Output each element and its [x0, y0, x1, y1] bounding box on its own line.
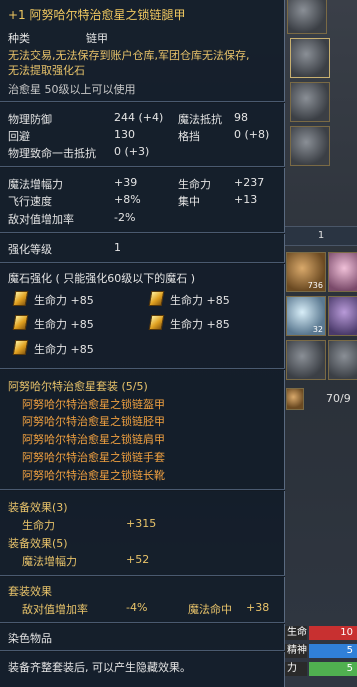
divider	[0, 650, 285, 652]
set-effect-3-stat: 生命力	[22, 519, 55, 532]
set-piece: 阿努哈尔特治愈星之锁链长靴	[22, 469, 165, 482]
set-piece: 阿努哈尔特治愈星之锁链手套	[22, 451, 165, 464]
set-footer-note: 装备齐整套装后, 可以产生隐藏效果。	[8, 661, 191, 674]
item-type-label: 种类	[8, 32, 30, 45]
mp-bar: 精神 5	[285, 644, 357, 658]
stat-label: 飞行速度	[8, 195, 52, 208]
slot-count: 736	[307, 281, 323, 290]
set-bonus-stat: 敌对值增加率	[22, 603, 88, 616]
stat-label: 格挡	[178, 130, 200, 143]
stat-value: 244 (+4)	[114, 111, 164, 124]
manastone-icon	[148, 315, 165, 330]
divider	[0, 575, 285, 577]
manastone-header: 魔石强化 ( 只能强化60级以下的魔石 )	[8, 272, 196, 285]
divider	[0, 101, 285, 103]
stat-value: 0 (+8)	[234, 128, 270, 141]
equip-slot-gloves[interactable]	[290, 126, 330, 166]
stat-label: 敌对值增加率	[8, 213, 74, 226]
item-restriction-1: 无法交易,无法保存到账户仓库,军团仓库无法保存,	[8, 49, 250, 62]
stat-label: 魔法增幅力	[8, 178, 63, 191]
set-piece: 阿努哈尔特治愈星之锁链肩甲	[22, 433, 165, 446]
stat-label: 物理防御	[8, 113, 52, 126]
inventory-tab-bar[interactable]: 1	[285, 226, 357, 246]
divider	[0, 489, 285, 491]
manastone-icon	[12, 340, 29, 355]
equip-slot-ring[interactable]	[290, 82, 330, 122]
set-piece: 阿努哈尔特治愈星之锁链盔甲	[22, 398, 165, 411]
divider	[0, 368, 285, 370]
set-header: 阿努哈尔特治愈星套装 (5/5)	[8, 380, 148, 393]
inventory-slot-armor-2[interactable]	[328, 340, 357, 380]
hp-bar: 生命 10	[285, 626, 357, 640]
slot-count: 32	[312, 325, 323, 334]
hp-value: 10	[340, 627, 353, 638]
divider	[0, 166, 285, 168]
manastone-icon	[148, 291, 165, 306]
item-class-requirement: 治愈星 50级以上可以使用	[8, 83, 136, 96]
inventory-slot-bag[interactable]: 736	[286, 252, 326, 292]
stat-value: 130	[114, 128, 135, 141]
manastone-stat: 生命力 +85	[170, 318, 230, 331]
manastone-stat: 生命力 +85	[34, 343, 94, 356]
set-bonus-header: 套装效果	[8, 585, 52, 598]
stat-value: +39	[114, 176, 138, 189]
stat-value: +237	[234, 176, 265, 189]
set-bonus-value: +38	[246, 601, 270, 614]
stat-label: 魔法抵抗	[178, 113, 222, 126]
set-bonus-stat: 魔法命中	[188, 603, 232, 616]
divider	[0, 262, 285, 264]
manastone-stat: 生命力 +85	[170, 294, 230, 307]
stat-value: 0 (+3)	[114, 145, 150, 158]
stat-label: 回避	[8, 130, 30, 143]
manastone-icon	[12, 315, 29, 330]
stat-value: +13	[234, 193, 258, 206]
manastone-icon	[12, 291, 29, 306]
divider	[0, 232, 285, 234]
item-type-value: 链甲	[86, 32, 108, 45]
stat-label: 集中	[178, 195, 200, 208]
set-effect-5-label: 装备效果(5)	[8, 537, 68, 550]
dye-label: 染色物品	[8, 632, 52, 645]
box-count: 70/9	[326, 392, 351, 405]
inventory-slot-orb[interactable]: 32	[286, 296, 326, 336]
inventory-slot-armor-1[interactable]	[286, 340, 326, 380]
manastone-stat: 生命力 +85	[34, 318, 94, 331]
inventory-slot-box[interactable]	[286, 388, 304, 410]
enchant-label: 强化等级	[8, 243, 52, 256]
mp-label: 精神	[285, 644, 307, 658]
item-title: +1 阿努哈尔特治愈星之锁链腿甲	[8, 8, 186, 22]
inventory-slot-potion[interactable]	[328, 252, 357, 292]
set-effect-5-value: +52	[126, 553, 150, 566]
divider	[0, 622, 285, 624]
set-effect-5-stat: 魔法增幅力	[22, 555, 77, 568]
enchant-value: 1	[114, 241, 121, 254]
equip-slot-top[interactable]	[287, 0, 327, 34]
manastone-stat: 生命力 +85	[34, 294, 94, 307]
stat-label: 生命力	[178, 178, 211, 191]
dp-bar: 力 5	[285, 662, 357, 676]
stat-value: +8%	[114, 193, 141, 206]
mp-value: 5	[346, 645, 353, 656]
item-restriction-2: 无法提取强化石	[8, 64, 85, 77]
stat-value: 98	[234, 111, 248, 124]
stat-value: -2%	[114, 211, 136, 224]
set-effect-3-value: +315	[126, 517, 157, 530]
hp-label: 生命	[285, 626, 307, 640]
equip-slot-legs[interactable]	[290, 38, 330, 78]
stat-label: 物理致命一击抵抗	[8, 147, 96, 160]
set-effect-3-label: 装备效果(3)	[8, 501, 68, 514]
set-bonus-value: -4%	[126, 601, 148, 614]
dp-value: 5	[346, 663, 353, 674]
item-tooltip: +1 阿努哈尔特治愈星之锁链腿甲 种类 链甲 无法交易,无法保存到账户仓库,军团…	[0, 0, 285, 687]
set-piece: 阿努哈尔特治愈星之锁链胫甲	[22, 415, 165, 428]
inventory-slot-gem[interactable]	[328, 296, 357, 336]
dp-label: 力	[285, 662, 307, 676]
